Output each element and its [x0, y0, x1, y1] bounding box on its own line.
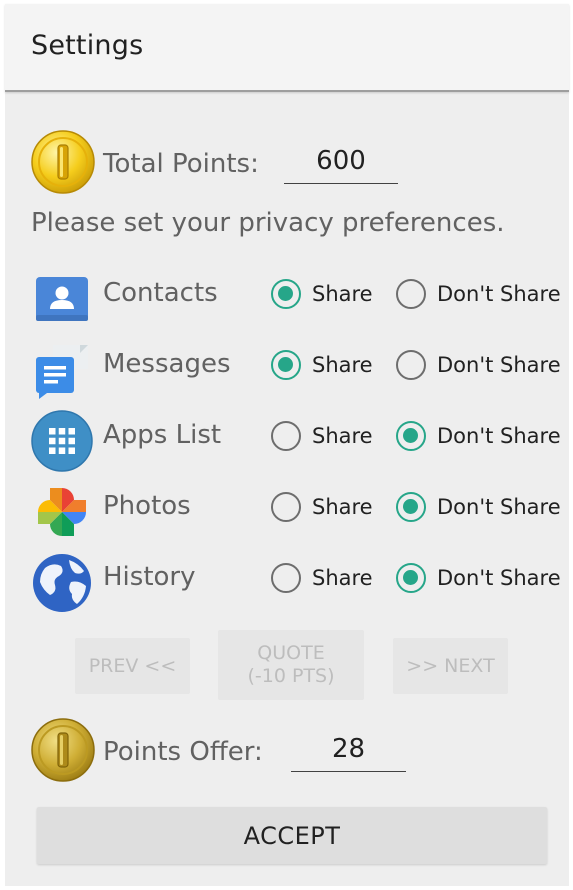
gold-coin-icon: [31, 130, 95, 194]
points-offer-label: Points Offer:: [103, 737, 263, 767]
prev-button[interactable]: PREV <<: [75, 638, 190, 694]
total-points-label: Total Points:: [103, 149, 259, 179]
share-radio[interactable]: [271, 350, 301, 380]
settings-screen: Settings Total Points: 600 Please set yo…: [5, 4, 569, 886]
app-bar: Settings: [5, 4, 569, 92]
preference-label: Messages: [103, 349, 231, 379]
share-radio[interactable]: [271, 421, 301, 451]
dont-share-radio-label[interactable]: Don't Share: [437, 424, 561, 448]
share-radio-label[interactable]: Share: [312, 282, 373, 306]
share-radio-label[interactable]: Share: [312, 424, 373, 448]
messages-icon: [31, 339, 93, 401]
preference-row-contacts: Contacts Share Don't Share: [5, 266, 569, 330]
photos-icon: [31, 481, 93, 543]
dont-share-radio-label[interactable]: Don't Share: [437, 353, 561, 377]
preference-row-photos: Photos Share Don't Share: [5, 479, 569, 543]
points-offer-value: 28: [291, 734, 406, 772]
share-radio-label[interactable]: Share: [312, 566, 373, 590]
accept-button[interactable]: ACCEPT: [37, 807, 547, 864]
dont-share-radio[interactable]: [396, 563, 426, 593]
dont-share-radio[interactable]: [396, 350, 426, 380]
share-radio-label[interactable]: Share: [312, 495, 373, 519]
total-points-value: 600: [284, 146, 398, 184]
contacts-icon: [31, 268, 93, 330]
dont-share-radio[interactable]: [396, 279, 426, 309]
preference-row-messages: Messages Share Don't Share: [5, 337, 569, 401]
next-button[interactable]: >> NEXT: [393, 638, 508, 694]
bronze-coin-icon: [31, 718, 95, 782]
share-radio[interactable]: [271, 563, 301, 593]
preference-label: History: [103, 562, 196, 592]
preference-label: Apps List: [103, 420, 222, 450]
quote-button-label: QUOTE: [257, 642, 325, 665]
preference-label: Contacts: [103, 278, 218, 308]
dont-share-radio[interactable]: [396, 492, 426, 522]
quote-button[interactable]: QUOTE (-10 PTS): [218, 630, 364, 700]
preference-row-history: History Share Don't Share: [5, 550, 569, 614]
share-radio[interactable]: [271, 492, 301, 522]
quote-button-cost: (-10 PTS): [247, 665, 335, 687]
apps-list-icon: [31, 410, 93, 472]
dont-share-radio-label[interactable]: Don't Share: [437, 282, 561, 306]
page-title: Settings: [31, 30, 144, 61]
dont-share-radio-label[interactable]: Don't Share: [437, 495, 561, 519]
share-radio[interactable]: [271, 279, 301, 309]
share-radio-label[interactable]: Share: [312, 353, 373, 377]
history-icon: [31, 552, 93, 614]
dont-share-radio-label[interactable]: Don't Share: [437, 566, 561, 590]
privacy-prompt: Please set your privacy preferences.: [31, 208, 505, 238]
preference-row-apps-list: Apps List Share Don't Share: [5, 408, 569, 472]
preference-label: Photos: [103, 491, 191, 521]
dont-share-radio[interactable]: [396, 421, 426, 451]
